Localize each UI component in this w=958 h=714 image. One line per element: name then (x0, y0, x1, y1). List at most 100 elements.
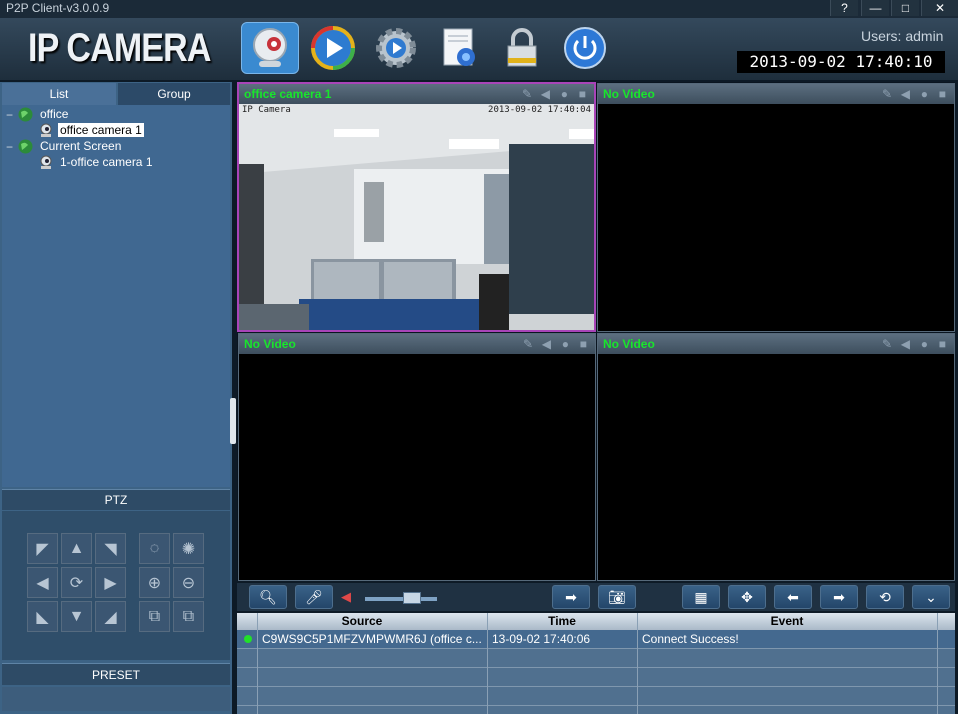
video-pane-3[interactable]: No Video ✎ ◀ ● ■ (238, 333, 596, 581)
tree-expander[interactable]: − (6, 140, 13, 154)
tree-item-office-camera-1[interactable]: office camera 1 (58, 123, 144, 137)
table-row[interactable]: C9WS9C5P1MFZVMPWMR6J (office c... 13-09-… (237, 630, 955, 649)
table-row (237, 649, 955, 668)
snapshot-sequence-button[interactable]: ➡ (552, 585, 590, 609)
snapshot-button[interactable]: 📷︎ (598, 585, 636, 609)
app-logo: IP CAMERA (28, 26, 211, 70)
settings-button[interactable] (367, 22, 425, 74)
playback-button[interactable] (304, 22, 362, 74)
lock-button[interactable] (493, 22, 551, 74)
video-pane-1[interactable]: office camera 1 ✎ ◀ ● ■ IP Camera 2013-0… (237, 82, 596, 332)
column-divider (637, 613, 638, 714)
stop-icon[interactable]: ■ (939, 87, 946, 101)
stop-icon[interactable]: ■ (579, 87, 586, 101)
pane-title: No Video (603, 337, 655, 351)
log-header: Source Time Event (237, 613, 955, 630)
tree-item-screen-camera-1[interactable]: 1-office camera 1 (60, 155, 153, 169)
ptz-down-button[interactable]: ▼ (61, 601, 92, 632)
zoom-in-button[interactable]: ⊕ (139, 567, 170, 598)
ptz-icon[interactable]: ✎ (882, 337, 892, 351)
speaker-icon[interactable]: ◀ (542, 337, 551, 351)
video-pane-4[interactable]: No Video ✎ ◀ ● ■ (597, 333, 955, 581)
iris-open-button[interactable]: ⧉ (139, 601, 170, 632)
ptz-header[interactable]: PTZ (2, 489, 230, 510)
ptz-down-right-button[interactable]: ◢ (95, 601, 126, 632)
playback-icon (311, 26, 355, 70)
next-page-button[interactable]: ➡ (820, 585, 858, 609)
chevron-down-icon: ⌄ (925, 588, 937, 605)
zoom-out-button[interactable]: ⊖ (173, 567, 204, 598)
row-source: C9WS9C5P1MFZVMPWMR6J (office c... (262, 632, 482, 646)
speaker-icon[interactable]: ◀ (541, 87, 550, 101)
maximize-button[interactable]: □ (891, 0, 919, 16)
record-icon[interactable]: ● (562, 337, 569, 351)
help-button[interactable]: ? (830, 0, 858, 16)
ptz-icon[interactable]: ✎ (882, 87, 892, 101)
log-button[interactable] (430, 22, 488, 74)
collapse-log-button[interactable]: ⌄ (912, 585, 950, 609)
tree-group-office[interactable]: office (40, 107, 68, 121)
forward-icon: ➡ (565, 588, 577, 605)
ptz-auto-button[interactable]: ⟳ (61, 567, 92, 598)
focus-far-button[interactable]: ✺ (173, 533, 204, 564)
event-log: Source Time Event C9WS9C5P1MFZVMPWMR6J (… (237, 613, 955, 714)
ptz-up-left-button[interactable]: ◤ (27, 533, 58, 564)
speaker-muted-icon[interactable]: ◀ (341, 589, 351, 605)
ptz-left-button[interactable]: ◀ (27, 567, 58, 598)
cycle-button[interactable]: ⟲ (866, 585, 904, 609)
tree-group-current-screen[interactable]: Current Screen (40, 139, 121, 153)
minimize-button[interactable]: — (861, 0, 889, 16)
ptz-up-right-button[interactable]: ◥ (95, 533, 126, 564)
column-time[interactable]: Time (487, 614, 637, 628)
control-bar: 🔍︎ 🎤︎ ◀ ➡ 📷︎ ▦ ✥ ⬅ ➡ ⟲ ⌄ (237, 583, 955, 611)
ptz-down-left-button[interactable]: ◣ (27, 601, 58, 632)
close-button[interactable]: ✕ (921, 0, 958, 16)
record-icon[interactable]: ● (921, 337, 928, 351)
stop-icon[interactable]: ■ (580, 337, 587, 351)
column-source[interactable]: Source (237, 614, 487, 628)
fullscreen-button[interactable]: ✥ (728, 585, 766, 609)
pane-title: office camera 1 (244, 87, 332, 101)
previous-page-button[interactable]: ⬅ (774, 585, 812, 609)
lock-icon (507, 28, 537, 67)
pane-header: office camera 1 ✎ ◀ ● ■ (239, 84, 594, 104)
pane-title: No Video (603, 87, 655, 101)
focus-near-button[interactable]: ◌ (139, 533, 170, 564)
power-button[interactable] (556, 22, 614, 74)
globe-icon (18, 107, 33, 127)
ptz-right-button[interactable]: ▶ (95, 567, 126, 598)
window-title: P2P Client-v3.0.0.9 (6, 1, 110, 15)
speaker-icon[interactable]: ◀ (901, 337, 910, 351)
ptz-up-button[interactable]: ▲ (61, 533, 92, 564)
stop-icon[interactable]: ■ (939, 337, 946, 351)
video-grid: office camera 1 ✎ ◀ ● ■ IP Camera 2013-0… (237, 82, 955, 581)
layout-grid-button[interactable]: ▦ (682, 585, 720, 609)
record-icon[interactable]: ● (921, 87, 928, 101)
preset-header[interactable]: PRESET (2, 663, 230, 685)
pane-title: No Video (244, 337, 296, 351)
live-view-button[interactable] (241, 22, 299, 74)
microphone-button[interactable]: 🎤︎ (295, 585, 333, 609)
gear-icon (376, 28, 416, 68)
video-pane-2[interactable]: No Video ✎ ◀ ● ■ (597, 83, 955, 332)
move-icon: ✥ (741, 588, 753, 605)
volume-slider-thumb[interactable] (402, 592, 421, 604)
record-icon[interactable]: ● (561, 87, 568, 101)
panel-collapse-handle[interactable] (230, 398, 236, 444)
tree-expander[interactable]: − (6, 108, 13, 122)
office-scene (239, 104, 594, 330)
camera-icon (253, 28, 287, 67)
table-row (237, 687, 955, 706)
iris-close-button[interactable]: ⧉ (173, 601, 204, 632)
camera-node-icon (38, 155, 54, 175)
volume-slider[interactable] (365, 597, 437, 601)
speaker-icon[interactable]: ◀ (901, 87, 910, 101)
tab-list[interactable]: List (2, 83, 116, 105)
ptz-icon[interactable]: ✎ (523, 337, 533, 351)
tab-group[interactable]: Group (118, 83, 230, 105)
ptz-icon[interactable]: ✎ (522, 87, 532, 101)
pane-header: No Video ✎ ◀ ● ■ (598, 334, 954, 354)
column-event[interactable]: Event (637, 614, 937, 628)
zoom-button[interactable]: 🔍︎ (249, 585, 287, 609)
arrow-left-icon: ⬅ (787, 588, 799, 605)
